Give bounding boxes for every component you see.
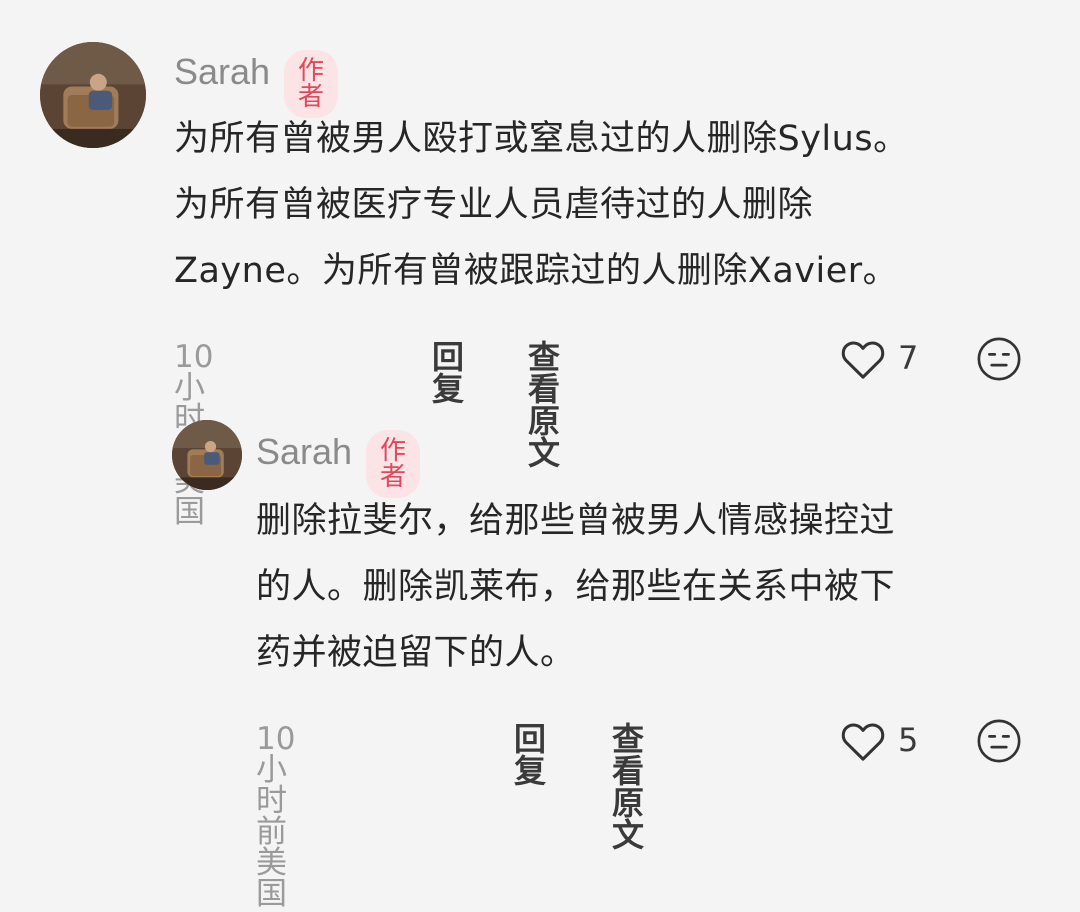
smiley-face-icon[interactable]	[976, 336, 1022, 382]
avatar[interactable]	[172, 420, 242, 490]
comment-text: 为所有曾被男人殴打或窒息过的人删除Sylus。 为所有曾被医疗专业人员虐待过的人…	[174, 119, 909, 291]
like-count: 5	[898, 721, 919, 759]
heart-outline-icon[interactable]	[840, 338, 886, 380]
avatar[interactable]	[40, 42, 146, 148]
avatar-photo	[40, 42, 146, 148]
like-count: 7	[898, 339, 919, 377]
avatar-photo	[172, 420, 242, 490]
comment-text: 删除拉斐尔，给那些曾被男人情感操控过 的人。删除凯莱布，给那些在关系中被下 药并…	[256, 501, 896, 673]
reply-button[interactable]: 回复	[432, 341, 464, 405]
author-name[interactable]: Sarah	[174, 54, 270, 90]
comment-meta: 10小时前 美国	[256, 721, 296, 912]
reply-button[interactable]: 回复	[514, 723, 546, 787]
view-original-button[interactable]: 查看原文	[528, 341, 560, 469]
author-name[interactable]: Sarah	[256, 434, 352, 470]
heart-outline-icon[interactable]	[840, 720, 886, 762]
view-original-button[interactable]: 查看原文	[612, 723, 644, 851]
smiley-face-icon[interactable]	[976, 718, 1022, 764]
